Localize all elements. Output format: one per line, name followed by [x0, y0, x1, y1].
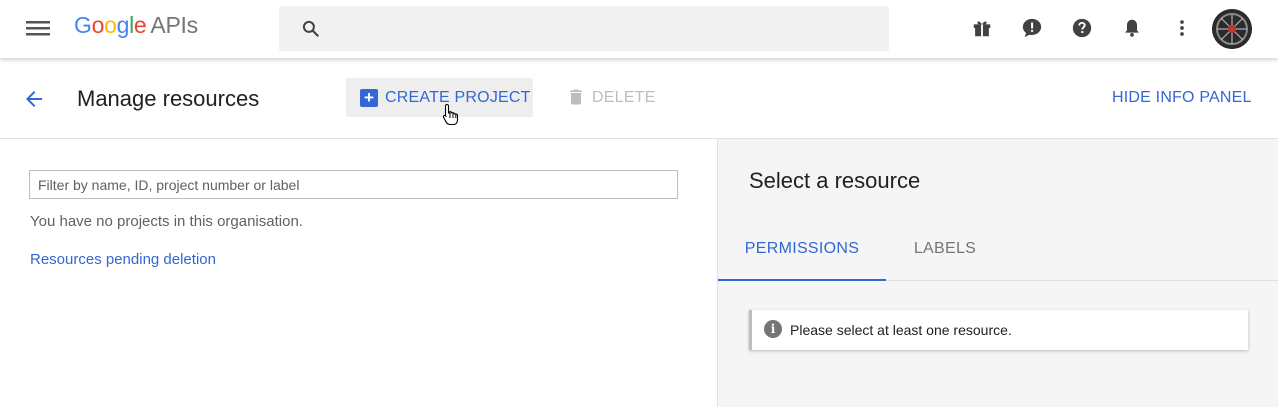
delete-label: DELETE [592, 89, 656, 106]
create-project-button[interactable]: + CREATE PROJECT [346, 78, 533, 117]
tab-labels[interactable]: LABELS [886, 227, 1004, 281]
filter-input[interactable] [29, 170, 678, 199]
gift-icon[interactable] [971, 17, 993, 39]
page-header: Manage resources + CREATE PROJECT DELETE… [0, 58, 1278, 139]
trash-icon [570, 89, 582, 105]
logo-brand: Google [74, 12, 147, 38]
info-message-text: Please select at least one resource. [790, 322, 1012, 338]
resources-pending-deletion-link[interactable]: Resources pending deletion [30, 251, 216, 268]
tab-permissions[interactable]: PERMISSIONS [718, 227, 886, 281]
info-icon: i [764, 320, 782, 338]
hide-info-panel-button[interactable]: HIDE INFO PANEL [1112, 89, 1252, 107]
search-icon [302, 20, 319, 37]
hand-pointer-icon [442, 103, 459, 126]
feedback-icon[interactable] [1021, 17, 1043, 39]
avatar[interactable] [1212, 9, 1252, 49]
info-message: i Please select at least one resource. [749, 310, 1248, 350]
help-icon[interactable] [1071, 17, 1093, 39]
more-vert-icon[interactable] [1171, 17, 1193, 39]
menu-icon[interactable] [22, 14, 54, 42]
top-app-bar: Google APIs [0, 0, 1278, 58]
notifications-icon[interactable] [1121, 17, 1143, 39]
info-panel-tabs: PERMISSIONS LABELS [718, 227, 1278, 281]
empty-message: You have no projects in this organisatio… [30, 213, 303, 230]
search-bar[interactable] [279, 6, 889, 51]
add-box-icon: + [360, 89, 378, 107]
google-apis-logo[interactable]: Google APIs [74, 12, 198, 39]
info-panel-title: Select a resource [749, 168, 921, 193]
logo-product: APIs [150, 12, 198, 38]
back-arrow-icon[interactable] [22, 87, 46, 111]
tab-labels-label: LABELS [913, 240, 977, 257]
tab-permissions-label: PERMISSIONS [744, 240, 860, 257]
info-panel: Select a resource PERMISSIONS LABELS i P… [717, 139, 1278, 407]
page-title: Manage resources [77, 86, 260, 111]
